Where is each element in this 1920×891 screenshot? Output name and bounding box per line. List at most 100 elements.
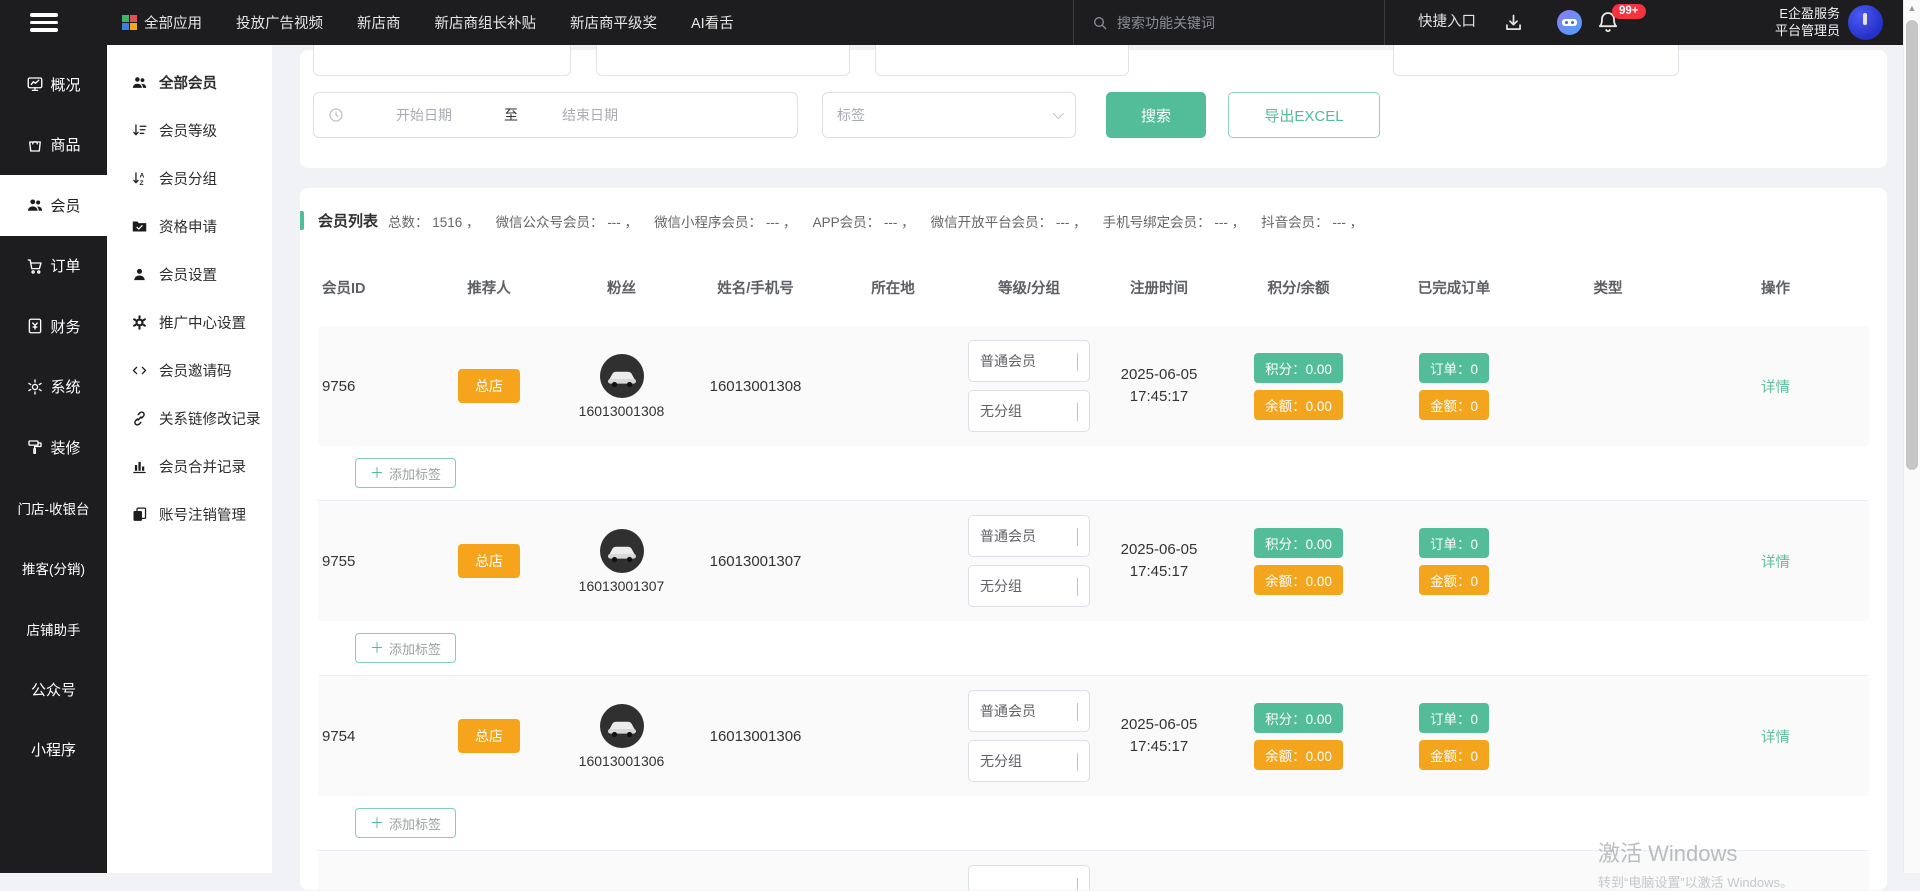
name-phone-cell: 16013001306 — [688, 728, 823, 745]
main-content: 开始日期 至 结束日期 标签 搜索 导出EXCEL 会员列表 总数： 1516 … — [272, 45, 1903, 873]
group-select[interactable]: 无分组 — [968, 565, 1090, 607]
topbar-menu-item[interactable]: 全部应用 — [122, 12, 202, 33]
topbar-menu-item[interactable]: 新店商平级奖 — [570, 12, 657, 33]
register-time-cell: 2025-06-0517:45:17 — [1095, 714, 1223, 758]
submenu-item[interactable]: 会员等级 — [107, 106, 272, 154]
submenu-item[interactable]: AZ会员分组 — [107, 154, 272, 202]
sidebar-item[interactable]: 会员 — [0, 175, 107, 236]
referrer-badge: 总店 — [458, 544, 520, 578]
submenu-item[interactable]: 推广中心设置 — [107, 298, 272, 346]
group-select[interactable]: 无分组 — [968, 390, 1090, 432]
users-icon — [131, 74, 148, 91]
level-select[interactable]: 普通会员 — [968, 515, 1090, 557]
scrollbar-thumb[interactable] — [1906, 20, 1918, 470]
column-header: 所在地 — [823, 277, 963, 298]
sidebar-item[interactable]: 订单 — [0, 236, 107, 297]
notification-count-badge: 99+ — [1612, 4, 1646, 19]
fan-avatar — [600, 704, 644, 748]
submenu-item[interactable]: 会员设置 — [107, 250, 272, 298]
column-header: 等级/分组 — [963, 277, 1095, 298]
user-org: E企盈服务 — [1700, 5, 1840, 22]
user-avatar[interactable] — [1848, 5, 1883, 40]
submenu-item[interactable]: 资格申请 — [107, 202, 272, 250]
group-select-value: 无分组 — [980, 576, 1022, 596]
search-input[interactable] — [1117, 15, 1337, 31]
register-date: 2025-06-05 — [1095, 714, 1223, 736]
sidebar-item-label: 公众号 — [31, 679, 76, 700]
sidebar-item[interactable]: 商品 — [0, 115, 107, 176]
sidebar-item[interactable]: 小程序 — [0, 720, 107, 781]
sidebar-item[interactable]: 系统 — [0, 357, 107, 418]
level-select[interactable]: 普通会员 — [968, 340, 1090, 382]
submenu-item-label: 会员等级 — [159, 120, 217, 141]
submenu-item-label: 会员设置 — [159, 264, 217, 285]
clock-icon — [328, 107, 344, 123]
sidebar-item[interactable]: 概况 — [0, 54, 107, 115]
group-select-value: 无分组 — [980, 401, 1022, 421]
submenu-item[interactable]: 关系链修改记录 — [107, 394, 272, 442]
scrollbar-up-arrow[interactable]: ▲ — [1904, 3, 1920, 13]
invite-code-icon — [131, 362, 148, 379]
submenu-item[interactable]: 会员合并记录 — [107, 442, 272, 490]
submenu-item-label: 账号注销管理 — [159, 504, 246, 525]
svg-text:A: A — [140, 172, 145, 179]
member-id-cell: 9755 — [318, 553, 423, 570]
summary-stat: 微信小程序会员： --- ， — [654, 211, 797, 231]
points-balance-cell: 积分：0.00余额：0.00 — [1223, 353, 1374, 420]
topbar-menu-item[interactable]: 投放广告视频 — [236, 12, 323, 33]
group-select[interactable]: 无分组 — [968, 740, 1090, 782]
page-scrollbar[interactable]: ▲ — [1903, 0, 1920, 873]
search-button[interactable]: 搜索 — [1106, 92, 1206, 138]
column-header: 操作 — [1682, 277, 1869, 298]
submenu-item[interactable]: 会员邀请码 — [107, 346, 272, 394]
add-tag-button[interactable]: ＋添加标签 — [355, 808, 456, 838]
summary-stat: APP会员： --- ， — [813, 211, 915, 231]
topbar: 全部应用投放广告视频新店商新店商组长补贴新店商平级奖AI看舌 快捷入口 99+ … — [0, 0, 1903, 45]
topbar-menu-item[interactable]: 新店商 — [357, 12, 401, 33]
sidebar-item-label: 小程序 — [31, 739, 76, 760]
sidebar-item[interactable]: 装修 — [0, 417, 107, 478]
points-badge: 积分：0.00 — [1254, 703, 1343, 733]
topbar-menu-item[interactable]: AI看舌 — [691, 12, 734, 33]
sidebar-item[interactable]: 公众号 — [0, 659, 107, 720]
sidebar-item[interactable]: 店铺助手 — [0, 599, 107, 660]
hamburger-menu-icon[interactable] — [30, 13, 58, 32]
level-select[interactable]: 普通会员 — [968, 690, 1090, 732]
submenu-item[interactable]: 全部会员 — [107, 58, 272, 106]
sort-level-icon — [131, 122, 148, 139]
ai-assistant-icon[interactable] — [1557, 10, 1582, 35]
sidebar-item[interactable]: 推客(分销) — [0, 538, 107, 599]
fan-number: 16013001308 — [579, 403, 665, 419]
add-tag-button[interactable]: ＋添加标签 — [355, 458, 456, 488]
sidebar-item[interactable]: 财务 — [0, 296, 107, 357]
export-excel-button[interactable]: 导出EXCEL — [1228, 92, 1380, 138]
quick-entry-link[interactable]: 快捷入口 — [1418, 0, 1476, 45]
topbar-menu-item-label: 新店商组长补贴 — [435, 12, 537, 33]
topbar-search[interactable] — [1073, 0, 1385, 45]
filter-row: 开始日期 至 结束日期 标签 搜索 导出EXCEL — [313, 92, 1380, 138]
group-select-value: 无分组 — [980, 751, 1022, 771]
topbar-menu-item-label: 新店商 — [357, 12, 401, 33]
sidebar-item-label: 财务 — [50, 316, 80, 337]
column-header: 类型 — [1534, 277, 1682, 298]
points-balance-cell: 积分：0.00余额：0.00 — [1223, 703, 1374, 770]
download-icon[interactable] — [1503, 12, 1524, 38]
detail-link[interactable]: 详情 — [1761, 730, 1790, 746]
level-select[interactable] — [968, 865, 1090, 890]
referrer-badge: 总店 — [458, 719, 520, 753]
referrer-cell: 总店 — [423, 719, 555, 753]
submenu-item[interactable]: 账号注销管理 — [107, 490, 272, 538]
date-range-picker[interactable]: 开始日期 至 结束日期 — [313, 92, 798, 138]
topbar-menu-item-label: 投放广告视频 — [236, 12, 323, 33]
detail-link[interactable]: 详情 — [1761, 380, 1790, 396]
detail-link[interactable]: 详情 — [1761, 555, 1790, 571]
submenu-item-label: 资格申请 — [159, 216, 217, 237]
topbar-menu-item[interactable]: 新店商组长补贴 — [435, 12, 537, 33]
sidebar-item[interactable]: 门店-收银台 — [0, 478, 107, 539]
amount-badge: 金额：0 — [1419, 390, 1489, 420]
member-list-header: 会员列表 总数： 1516 ，微信公众号会员： --- ，微信小程序会员： --… — [300, 188, 1887, 231]
member-submenu: 全部会员会员等级 AZ会员分组资格申请会员设置推广中心设置会员邀请码关系链修改记录… — [107, 45, 272, 873]
tag-select[interactable]: 标签 — [822, 92, 1076, 138]
date-start-placeholder: 开始日期 — [396, 105, 452, 125]
add-tag-button[interactable]: ＋添加标签 — [355, 633, 456, 663]
